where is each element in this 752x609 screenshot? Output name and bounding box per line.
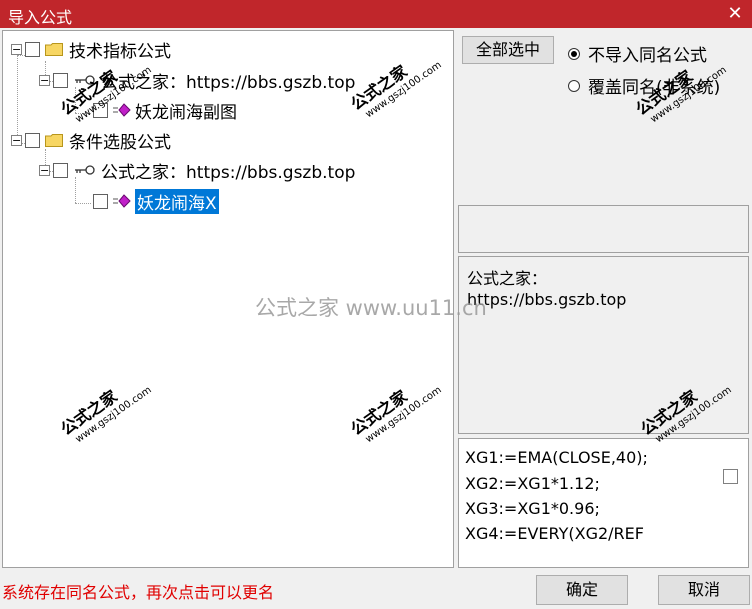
select-source-checkbox[interactable] xyxy=(53,162,68,178)
empty-panel xyxy=(458,205,749,253)
ok-button[interactable]: 确定 xyxy=(536,575,628,605)
tree-node-label[interactable]: 妖龙闹海副图 xyxy=(135,98,237,123)
folder-icon xyxy=(45,42,63,56)
window-title: 导入公式 xyxy=(8,8,73,27)
title-bar: 导入公式 ✕ xyxy=(0,0,752,28)
code-line: XG3:=XG1*0.96; xyxy=(465,499,600,518)
tech-source-checkbox[interactable] xyxy=(53,72,68,88)
key-icon xyxy=(75,165,95,175)
collapse-icon[interactable]: − xyxy=(39,164,50,176)
folder-icon xyxy=(45,133,63,147)
close-button[interactable]: ✕ xyxy=(724,3,746,25)
tree-node-tech-indicators: − 技术指标公式 xyxy=(11,37,171,62)
code-line: XG4:=EVERY(XG2/REF xyxy=(465,524,644,543)
formula-gem-icon xyxy=(113,194,131,208)
watermark-center: 公式之家 www.uu11.cn xyxy=(255,296,487,320)
radio-unselected-icon[interactable] xyxy=(568,79,580,92)
status-message: 系统存在同名公式，再次点击可以更名 xyxy=(2,583,275,602)
code-line: XG2:=XG1*1.12; xyxy=(465,474,600,493)
formula-gem-icon xyxy=(113,103,131,117)
tech-indicators-checkbox[interactable] xyxy=(25,41,40,57)
code-line: XG1:=EMA(CLOSE,40); xyxy=(465,448,648,467)
formula-code-panel[interactable]: XG1:=EMA(CLOSE,40); XG2:=XG1*1.12; XG3:=… xyxy=(458,438,749,568)
tree-node-select-formula: 妖龙闹海X xyxy=(93,188,219,214)
description-line: 公式之家： xyxy=(467,269,548,288)
description-line: https://bbs.gszb.top xyxy=(467,290,627,309)
select-all-button[interactable]: 全部选中 xyxy=(462,36,554,64)
tree-node-label[interactable]: 条件选股公式 xyxy=(69,128,171,153)
stock-selection-checkbox[interactable] xyxy=(25,132,40,148)
tree-node-tech-formula: 妖龙闹海副图 xyxy=(93,98,237,123)
tree-node-label[interactable]: 公式之家：https://bbs.gszb.top xyxy=(101,158,355,183)
tree-node-select-source: − 公式之家：https://bbs.gszb.top xyxy=(39,158,355,183)
cancel-button[interactable]: 取消 xyxy=(658,575,750,605)
select-formula-checkbox[interactable] xyxy=(93,193,108,209)
code-checkbox[interactable] xyxy=(723,469,738,484)
radio-selected-icon[interactable] xyxy=(568,47,580,60)
collapse-icon[interactable]: − xyxy=(39,74,50,86)
collapse-icon[interactable]: − xyxy=(11,134,22,146)
collapse-icon[interactable]: − xyxy=(11,43,22,55)
tree-node-label-selected[interactable]: 妖龙闹海X xyxy=(135,188,219,214)
tree-node-stock-selection: − 条件选股公式 xyxy=(11,128,171,153)
